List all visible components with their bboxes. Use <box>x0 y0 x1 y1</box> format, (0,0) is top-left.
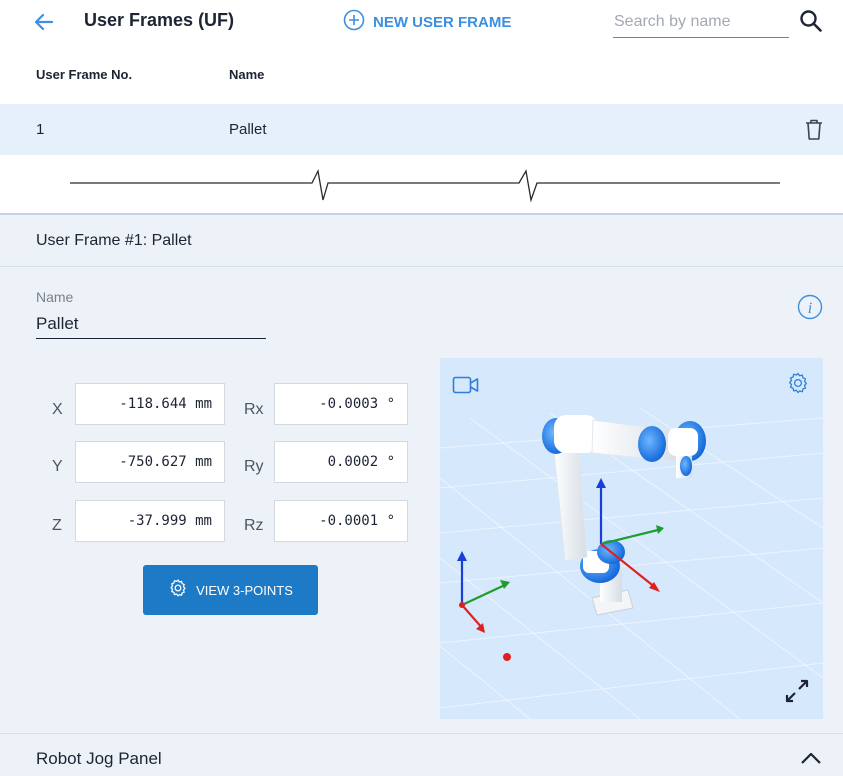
rz-field[interactable] <box>274 500 408 542</box>
top-bar: User Frames (UF) NEW USER FRAME <box>0 0 843 48</box>
ry-field[interactable] <box>274 441 408 483</box>
search-icon[interactable] <box>798 8 824 34</box>
section-break-divider <box>70 168 780 203</box>
rx-label: Rx <box>244 401 264 418</box>
view-3-points-button[interactable]: VIEW 3-POINTS <box>143 565 318 615</box>
robot-3d-viewer[interactable] <box>440 358 823 719</box>
expand-icon[interactable] <box>784 678 810 704</box>
column-header-number: User Frame No. <box>36 67 133 82</box>
x-label: X <box>52 401 63 418</box>
y-label: Y <box>52 458 63 475</box>
table-header: User Frame No. Name <box>0 48 843 104</box>
y-field[interactable] <box>75 441 225 483</box>
row-frame-name: Pallet <box>229 121 267 138</box>
gear-icon <box>168 578 188 603</box>
name-field[interactable] <box>36 309 266 339</box>
detail-title: User Frame #1: Pallet <box>36 232 192 249</box>
name-field-label: Name <box>36 289 74 305</box>
robot-3d-scene <box>440 407 823 719</box>
row-frame-number: 1 <box>36 121 45 138</box>
info-icon[interactable]: i <box>797 294 823 320</box>
view-3-points-label: VIEW 3-POINTS <box>196 582 293 598</box>
detail-header: User Frame #1: Pallet <box>0 215 843 267</box>
back-arrow-icon[interactable] <box>30 8 58 36</box>
new-user-frame-label: NEW USER FRAME <box>373 13 512 31</box>
plus-circle-icon <box>343 9 365 36</box>
video-camera-icon[interactable] <box>452 374 480 396</box>
robot-jog-panel-toggle[interactable]: Robot Jog Panel <box>0 733 843 776</box>
column-header-name: Name <box>229 67 265 82</box>
chevron-up-icon <box>801 752 821 764</box>
trash-icon[interactable] <box>803 118 825 142</box>
svg-text:i: i <box>808 300 812 317</box>
rx-field[interactable] <box>274 383 408 425</box>
search-input[interactable] <box>613 6 789 38</box>
jog-panel-title: Robot Jog Panel <box>36 749 162 768</box>
ry-label: Ry <box>244 458 264 475</box>
page-title: User Frames (UF) <box>84 10 235 30</box>
viewer-settings-gear-icon[interactable] <box>786 371 810 395</box>
new-user-frame-button[interactable]: NEW USER FRAME <box>343 9 511 35</box>
table-row[interactable]: 1 Pallet <box>0 104 843 155</box>
x-field[interactable] <box>75 383 225 425</box>
z-field[interactable] <box>75 500 225 542</box>
user-frame-detail-panel: User Frame #1: Pallet Name i X Rx Y Ry Z… <box>0 213 843 776</box>
z-label: Z <box>52 517 62 534</box>
rz-label: Rz <box>244 517 264 534</box>
